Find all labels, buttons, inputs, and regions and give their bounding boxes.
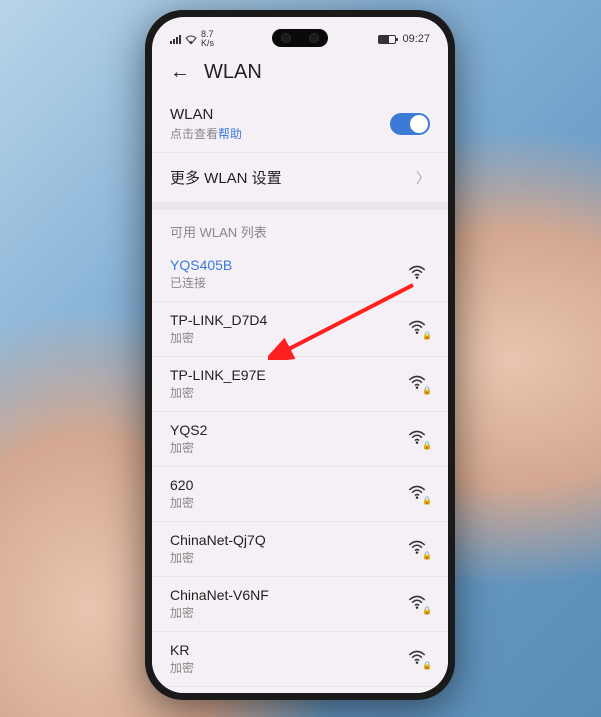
wifi-network-list: YQS405B已连接TP-LINK_D7D4加密🔒TP-LINK_E97E加密🔒… bbox=[152, 247, 448, 693]
wifi-item[interactable]: Meizu-44D2加密🔒 bbox=[152, 687, 448, 693]
wifi-item[interactable]: KR加密 🔒 bbox=[152, 632, 448, 687]
help-link[interactable]: 帮助 bbox=[218, 127, 242, 141]
wifi-ssid: YQS2 bbox=[170, 422, 207, 438]
wifi-ssid: ChinaNet-Qj7Q bbox=[170, 532, 266, 548]
wifi-item[interactable]: ChinaNet-Qj7Q加密 🔒 bbox=[152, 522, 448, 577]
wifi-item[interactable]: 620加密 🔒 bbox=[152, 467, 448, 522]
chevron-right-icon: 〉 bbox=[416, 168, 430, 188]
wlan-help: 点击查看帮助 bbox=[170, 125, 242, 142]
back-button[interactable]: ← bbox=[170, 61, 190, 84]
wifi-signal-icon: 🔒 bbox=[408, 375, 430, 393]
page-title: WLAN bbox=[204, 61, 262, 84]
lock-icon: 🔒 bbox=[422, 441, 432, 450]
more-settings-label: 更多 WLAN 设置 bbox=[170, 167, 282, 188]
lock-icon: 🔒 bbox=[422, 386, 432, 395]
wifi-signal-icon bbox=[408, 265, 430, 283]
wifi-item[interactable]: TP-LINK_D7D4加密 🔒 bbox=[152, 302, 448, 357]
phone-frame: 8.7K/s 09:27 ← WLAN WLAN 点击查看帮助 更多 WLAN … bbox=[145, 10, 455, 700]
wifi-signal-icon: 🔒 bbox=[408, 650, 430, 668]
lock-icon: 🔒 bbox=[422, 551, 432, 560]
wifi-signal-icon: 🔒 bbox=[408, 485, 430, 503]
more-settings-row[interactable]: 更多 WLAN 设置 〉 bbox=[152, 152, 448, 202]
wifi-status: 加密 bbox=[170, 384, 266, 401]
wifi-signal-icon: 🔒 bbox=[408, 320, 430, 338]
wifi-ssid: KR bbox=[170, 642, 194, 658]
wifi-status: 加密 bbox=[170, 604, 269, 621]
wlan-label: WLAN bbox=[170, 106, 242, 123]
wifi-status: 加密 bbox=[170, 494, 194, 511]
page-header: ← WLAN bbox=[152, 53, 448, 96]
lock-icon: 🔒 bbox=[422, 606, 432, 615]
clock: 09:27 bbox=[402, 33, 430, 45]
available-networks-label: 可用 WLAN 列表 bbox=[152, 210, 448, 247]
wifi-status: 已连接 bbox=[170, 274, 232, 291]
camera-cutout bbox=[272, 29, 328, 47]
wifi-status: 加密 bbox=[170, 659, 194, 676]
wifi-item[interactable]: YQS405B已连接 bbox=[152, 247, 448, 302]
signal-icon bbox=[170, 34, 181, 44]
phone-screen: 8.7K/s 09:27 ← WLAN WLAN 点击查看帮助 更多 WLAN … bbox=[152, 17, 448, 693]
wifi-item[interactable]: YQS2加密 🔒 bbox=[152, 412, 448, 467]
wifi-item[interactable]: TP-LINK_E97E加密 🔒 bbox=[152, 357, 448, 412]
wifi-item[interactable]: ChinaNet-V6NF加密 🔒 bbox=[152, 577, 448, 632]
network-speed: 8.7K/s bbox=[201, 30, 214, 48]
wifi-ssid: ChinaNet-V6NF bbox=[170, 587, 269, 603]
wifi-signal-icon: 🔒 bbox=[408, 540, 430, 558]
wifi-ssid: TP-LINK_E97E bbox=[170, 367, 266, 383]
battery-icon bbox=[378, 35, 396, 44]
wifi-status: 加密 bbox=[170, 329, 267, 346]
wifi-ssid: YQS405B bbox=[170, 257, 232, 273]
wifi-status-icon bbox=[185, 34, 197, 44]
wlan-toggle[interactable] bbox=[390, 113, 430, 135]
wifi-status: 加密 bbox=[170, 549, 266, 566]
wifi-signal-icon: 🔒 bbox=[408, 595, 430, 613]
wlan-toggle-row[interactable]: WLAN 点击查看帮助 bbox=[152, 96, 448, 152]
wifi-ssid: 620 bbox=[170, 477, 194, 493]
section-divider bbox=[152, 202, 448, 210]
wifi-signal-icon: 🔒 bbox=[408, 430, 430, 448]
wifi-status: 加密 bbox=[170, 439, 207, 456]
lock-icon: 🔒 bbox=[422, 661, 432, 670]
lock-icon: 🔒 bbox=[422, 331, 432, 340]
lock-icon: 🔒 bbox=[422, 496, 432, 505]
wifi-ssid: TP-LINK_D7D4 bbox=[170, 312, 267, 328]
